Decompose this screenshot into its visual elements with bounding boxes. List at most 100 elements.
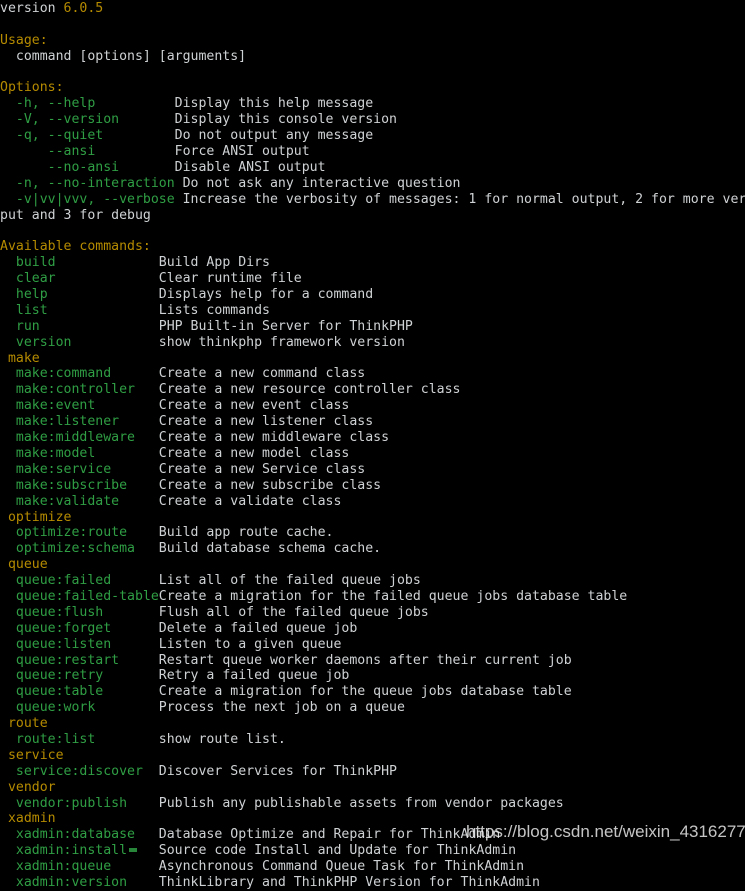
command-description: Create a validate class	[158, 493, 342, 509]
command-name: clear	[0, 271, 159, 287]
option-flag: -n, --no-interaction	[0, 175, 175, 191]
command-name: queue:flush	[0, 604, 159, 620]
command-description: Create a migration for the queue jobs da…	[158, 684, 572, 700]
option-row[interactable]: -h, --help Display this help message	[0, 96, 745, 112]
command-name: make:listener	[0, 414, 159, 430]
command-row[interactable]: make:subscribe Create a new subscribe cl…	[0, 478, 745, 494]
command-row[interactable]: queue:work Process the next job on a que…	[0, 700, 745, 716]
options-header: Options:	[0, 80, 745, 96]
command-row[interactable]: make:service Create a new Service class	[0, 462, 745, 478]
command-row[interactable]: service:discover Discover Services for T…	[0, 764, 745, 780]
option-flag: -h, --help	[0, 96, 167, 112]
command-name: optimize:route	[0, 525, 159, 541]
terminal-output[interactable]: version 6.0.5 Usage: command [options] […	[0, 0, 745, 891]
command-description: Build app route cache.	[158, 525, 334, 541]
command-row[interactable]: queue:listen Listen to a given queue	[0, 637, 745, 653]
command-row[interactable]: build Build App Dirs	[0, 255, 745, 271]
command-row[interactable]: make:listener Create a new listener clas…	[0, 414, 745, 430]
command-name: version	[0, 334, 159, 350]
command-name: help	[0, 287, 159, 303]
option-row[interactable]: -n, --no-interaction Do not ask any inte…	[0, 176, 745, 192]
command-group-header: queue	[0, 557, 745, 573]
command-group-name: route	[0, 716, 48, 732]
command-row[interactable]: make:middleware Create a new middleware …	[0, 430, 745, 446]
option-flag: --no-ansi	[0, 159, 167, 175]
command-row[interactable]: queue:retry Retry a failed queue job	[0, 668, 745, 684]
command-name: queue:forget	[0, 620, 159, 636]
command-row[interactable]: xadmin:queue Asynchronous Command Queue …	[0, 859, 745, 875]
command-name: xadmin:queue	[0, 859, 159, 875]
command-row[interactable]: make:model Create a new model class	[0, 446, 745, 462]
command-description: ThinkLibrary and ThinkPHP Version for Th…	[158, 874, 540, 890]
option-flag: -v|vv|vvv, --verbose	[0, 191, 175, 207]
command-row[interactable]: route:list show route list.	[0, 732, 745, 748]
option-description: Increase the verbosity of messages: 1 fo…	[182, 191, 745, 207]
command-group-header: optimize	[0, 510, 745, 526]
command-description: Build App Dirs	[158, 255, 270, 271]
command-row[interactable]: make:event Create a new event class	[0, 398, 745, 414]
command-group-header: make	[0, 351, 745, 367]
command-row[interactable]: make:validate Create a validate class	[0, 494, 745, 510]
command-description: Source code Install and Update for Think…	[158, 843, 517, 859]
command-description: Process the next job on a queue	[158, 700, 405, 716]
command-row[interactable]: xadmin:database Database Optimize and Re…	[0, 827, 745, 843]
usage-text: command [options] [arguments]	[0, 48, 247, 64]
command-description: Create a new resource controller class	[158, 382, 461, 398]
option-row[interactable]: -V, --version Display this console versi…	[0, 112, 745, 128]
command-name: route:list	[0, 731, 159, 747]
command-description: Database Optimize and Repair for ThinkAd…	[158, 827, 501, 843]
command-row[interactable]: run PHP Built-in Server for ThinkPHP	[0, 319, 745, 335]
option-row[interactable]: -q, --quiet Do not output any message	[0, 128, 745, 144]
option-description: Display this help message	[166, 96, 374, 112]
command-name: list	[0, 302, 159, 318]
version-label: version	[0, 1, 64, 16]
command-row[interactable]: vendor:publish Publish any publishable a…	[0, 796, 745, 812]
command-row[interactable]: version show thinkphp framework version	[0, 335, 745, 351]
command-row[interactable]: queue:restart Restart queue worker daemo…	[0, 653, 745, 669]
command-description: Create a new listener class	[158, 414, 374, 430]
command-row[interactable]: help Displays help for a command	[0, 287, 745, 303]
command-name: make:service	[0, 461, 159, 477]
command-row[interactable]: optimize:schema Build database schema ca…	[0, 541, 745, 557]
command-description: show thinkphp framework version	[158, 334, 405, 350]
command-row[interactable]: clear Clear runtime file	[0, 271, 745, 287]
command-description: Delete a failed queue job	[158, 620, 358, 636]
command-row[interactable]: queue:failed List all of the failed queu…	[0, 573, 745, 589]
command-row[interactable]: list Lists commands	[0, 303, 745, 319]
command-row[interactable]: make:command Create a new command class	[0, 366, 745, 382]
command-description: Restart queue worker daemons after their…	[158, 652, 572, 668]
version-value: 6.0.5	[63, 1, 104, 16]
option-description: Do not ask any interactive question	[174, 175, 461, 191]
command-row[interactable]: optimize:route Build app route cache.	[0, 525, 745, 541]
command-name: make:validate	[0, 493, 159, 509]
command-description: List all of the failed queue jobs	[158, 573, 421, 589]
command-group-name: optimize	[0, 509, 72, 525]
command-row[interactable]: queue:flush Flush all of the failed queu…	[0, 605, 745, 621]
command-name: run	[0, 318, 159, 334]
command-name: vendor:publish	[0, 795, 159, 811]
command-name: queue:failed	[0, 573, 159, 589]
option-description: Disable ANSI output	[166, 159, 326, 175]
terminal-cursor	[129, 848, 137, 852]
command-row[interactable]: make:controller Create a new resource co…	[0, 382, 745, 398]
option-row[interactable]: --ansi Force ANSI output	[0, 144, 745, 160]
command-row[interactable]: xadmin:install Source code Install and U…	[0, 843, 745, 859]
option-row[interactable]: --no-ansi Disable ANSI output	[0, 160, 745, 176]
command-group-name: queue	[0, 557, 48, 573]
command-description: show route list.	[158, 731, 286, 747]
command-name: queue:restart	[0, 652, 159, 668]
command-row[interactable]: xadmin:version ThinkLibrary and ThinkPHP…	[0, 875, 745, 891]
command-description: Create a new middleware class	[158, 430, 390, 446]
command-description: Create a migration for the failed queue …	[158, 588, 628, 604]
command-name: make:event	[0, 398, 159, 414]
command-row[interactable]: queue:table Create a migration for the q…	[0, 684, 745, 700]
command-description: Create a new model class	[158, 445, 350, 461]
command-row[interactable]: queue:failed-tableCreate a migration for…	[0, 589, 745, 605]
option-flag: -q, --quiet	[0, 128, 167, 144]
command-name: make:model	[0, 445, 159, 461]
terminal-window: version 6.0.5 Usage: command [options] […	[0, 0, 745, 890]
option-row[interactable]: -v|vv|vvv, --verbose Increase the verbos…	[0, 192, 745, 208]
command-name: queue:listen	[0, 636, 159, 652]
command-row[interactable]: queue:forget Delete a failed queue job	[0, 621, 745, 637]
